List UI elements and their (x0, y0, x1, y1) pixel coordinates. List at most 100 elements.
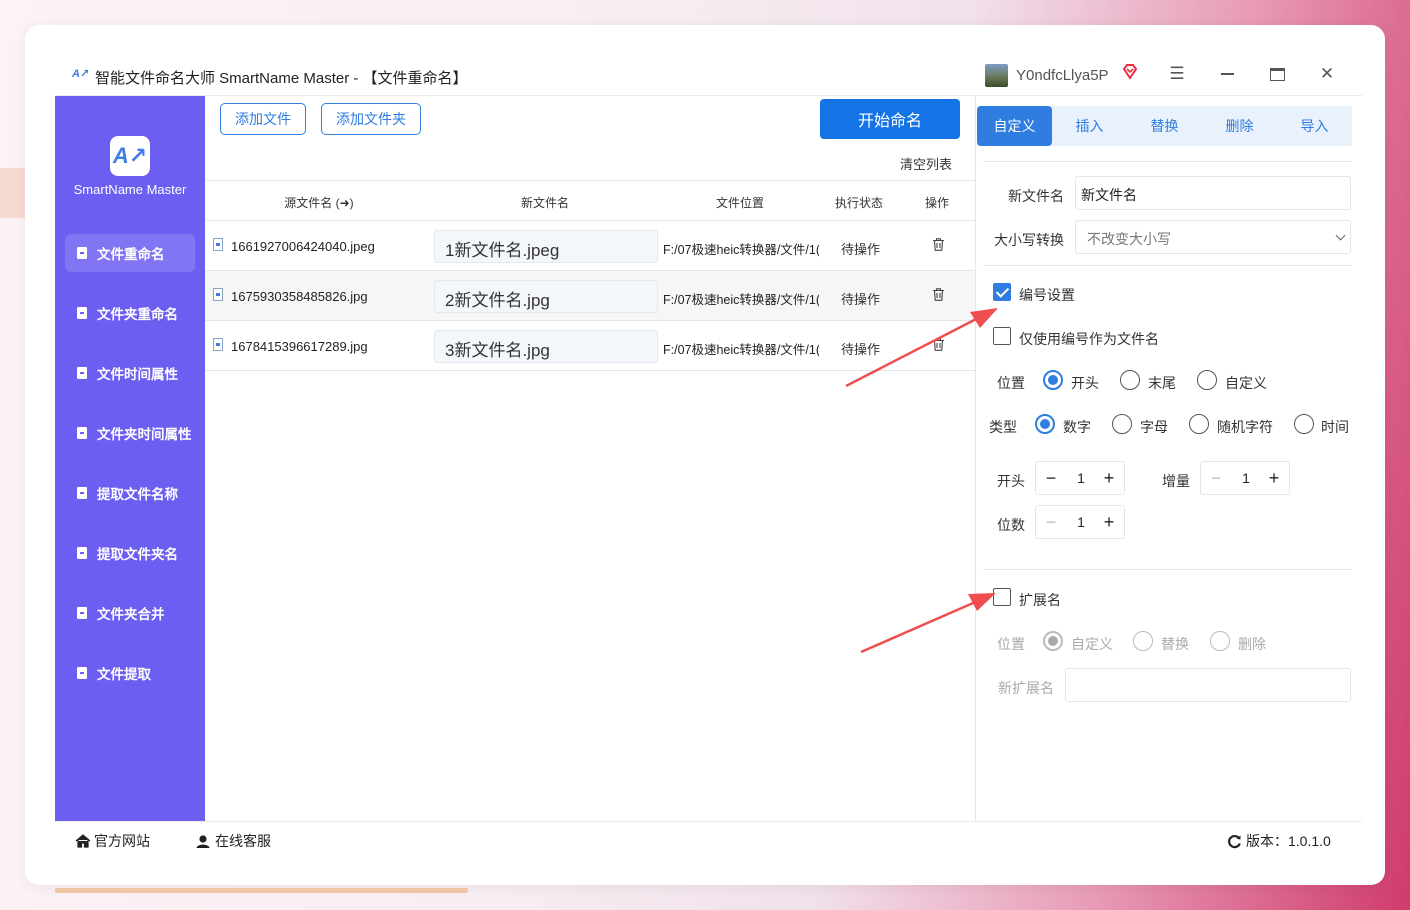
user-avatar[interactable] (985, 64, 1008, 87)
divider (983, 161, 1351, 162)
start-value[interactable]: 1 (1066, 470, 1096, 486)
sidebar-item-extract-foldername[interactable]: 提取文件夹名 (65, 534, 195, 572)
position-end-label: 末尾 (1148, 375, 1176, 391)
case-conversion-select[interactable]: 不改变大小写 (1075, 220, 1351, 254)
title-bar: A↗ 智能文件命名大师 SmartName Master - 【文件重命名】 Y… (55, 50, 1362, 96)
decrement-button[interactable]: − (1036, 462, 1066, 494)
image-file-icon (213, 338, 223, 351)
document-icon (77, 367, 87, 379)
tab-import[interactable]: 导入 (1277, 106, 1352, 146)
add-file-button[interactable]: 添加文件 (220, 103, 306, 135)
position-end-radio[interactable] (1120, 370, 1140, 390)
type-time-radio[interactable] (1294, 414, 1314, 434)
sidebar-item-extract-filename[interactable]: 提取文件名称 (65, 474, 195, 512)
close-icon[interactable]: ✕ (1315, 62, 1339, 86)
trash-icon[interactable] (933, 338, 944, 351)
start-stepper: − 1 + (1035, 461, 1125, 495)
document-icon (77, 307, 87, 319)
increment-button[interactable]: + (1094, 506, 1124, 538)
sidebar-item-folder-merge[interactable]: 文件夹合并 (65, 594, 195, 632)
decrement-button[interactable]: − (1201, 462, 1231, 494)
support-label: 在线客服 (215, 833, 271, 849)
sidebar-item-label: 文件夹重命名 (97, 307, 178, 322)
maximize-icon[interactable] (1265, 62, 1289, 86)
numbering-checkbox[interactable] (993, 283, 1011, 301)
only-number-label: 仅使用编号作为文件名 (1019, 331, 1159, 347)
column-header-source[interactable]: 源文件名 (➜) (259, 194, 379, 211)
footer: 官方网站 在线客服 版本：1.0.1.0 (55, 821, 1362, 858)
ext-custom-label: 自定义 (1071, 636, 1113, 652)
new-filename-preview: 1新文件名.jpeg (434, 230, 658, 263)
settings-tabs: 自定义 插入 替换 删除 导入 (977, 106, 1352, 146)
document-icon (77, 487, 87, 499)
sidebar-item-file-extract[interactable]: 文件提取 (65, 654, 195, 692)
new-filename-input[interactable]: 新文件名 (1075, 176, 1351, 210)
tab-insert[interactable]: 插入 (1052, 106, 1127, 146)
table-row[interactable]: 1675930358485826.jpg 2新文件名.jpg F:/07极速he… (205, 271, 975, 321)
sidebar-item-file-time[interactable]: 文件时间属性 (65, 354, 195, 392)
position-custom-radio[interactable] (1197, 370, 1217, 390)
type-letter-radio[interactable] (1112, 414, 1132, 434)
case-conversion-label: 大小写转换 (994, 232, 1064, 248)
new-filename-label: 新文件名 (1008, 188, 1064, 204)
source-filename: 1675930358485826.jpg (231, 289, 368, 304)
increment-label: 增量 (1162, 473, 1190, 489)
sidebar-item-file-rename[interactable]: 文件重命名 (65, 234, 195, 272)
table-row[interactable]: 1678415396617289.jpg 3新文件名.jpg F:/07极速he… (205, 321, 975, 371)
sidebar-item-folder-rename[interactable]: 文件夹重命名 (65, 294, 195, 332)
numbering-label: 编号设置 (1019, 287, 1075, 303)
type-random-radio[interactable] (1189, 414, 1209, 434)
tab-custom[interactable]: 自定义 (977, 106, 1052, 146)
app-logo-icon: A↗ (72, 68, 90, 80)
position-custom-label: 自定义 (1225, 375, 1267, 391)
new-extension-label: 新扩展名 (998, 680, 1054, 696)
digits-value[interactable]: 1 (1066, 514, 1096, 530)
menu-icon[interactable]: ☰ (1165, 62, 1189, 86)
only-number-checkbox[interactable] (993, 327, 1011, 345)
panel-divider (975, 96, 976, 821)
sidebar-item-folder-time[interactable]: 文件夹时间属性 (65, 414, 195, 452)
document-icon (77, 427, 87, 439)
ext-delete-radio[interactable] (1210, 631, 1230, 651)
clear-list-link[interactable]: 清空列表 (900, 154, 952, 173)
increment-button[interactable]: + (1094, 462, 1124, 494)
ext-replace-label: 替换 (1161, 636, 1189, 652)
ext-custom-radio[interactable] (1043, 631, 1063, 651)
increment-value[interactable]: 1 (1231, 470, 1261, 486)
extension-label: 扩展名 (1019, 592, 1061, 608)
add-folder-button[interactable]: 添加文件夹 (321, 103, 421, 135)
image-file-icon (213, 238, 223, 251)
increment-button[interactable]: + (1259, 462, 1289, 494)
website-label: 官方网站 (94, 833, 150, 849)
sidebar: A↗ SmartName Master 文件重命名 文件夹重命名 文件时间属性 … (55, 96, 205, 821)
sidebar-item-label: 文件夹合并 (97, 607, 165, 622)
digits-label: 位数 (997, 517, 1025, 533)
version-info[interactable]: 版本：1.0.1.0 (1227, 831, 1331, 851)
type-time-label: 时间 (1321, 419, 1349, 435)
new-extension-input[interactable] (1065, 668, 1351, 702)
extension-checkbox[interactable] (993, 588, 1011, 606)
document-icon (77, 607, 87, 619)
support-link[interactable]: 在线客服 (195, 831, 271, 851)
trash-icon[interactable] (933, 238, 944, 251)
increment-stepper: − 1 + (1200, 461, 1290, 495)
document-icon (77, 547, 87, 559)
sidebar-item-label: 文件时间属性 (97, 367, 178, 382)
minimize-icon[interactable] (1215, 62, 1239, 86)
vip-diamond-icon[interactable] (1121, 63, 1139, 81)
position-start-radio[interactable] (1043, 370, 1063, 390)
decrement-button[interactable]: − (1036, 506, 1066, 538)
file-location: F:/07极速heic转换器/文件/1( (663, 343, 819, 357)
start-label: 开头 (997, 473, 1025, 489)
table-row[interactable]: 1661927006424040.jpeg 1新文件名.jpeg F:/07极速… (205, 221, 975, 271)
tab-delete[interactable]: 删除 (1202, 106, 1277, 146)
website-link[interactable]: 官方网站 (75, 831, 150, 851)
ext-replace-radio[interactable] (1133, 631, 1153, 651)
type-number-label: 数字 (1063, 419, 1091, 435)
digits-stepper: − 1 + (1035, 505, 1125, 539)
username[interactable]: Y0ndfcLlya5P (1016, 67, 1109, 84)
trash-icon[interactable] (933, 288, 944, 301)
type-number-radio[interactable] (1035, 414, 1055, 434)
start-rename-button[interactable]: 开始命名 (820, 99, 960, 139)
tab-replace[interactable]: 替换 (1127, 106, 1202, 146)
